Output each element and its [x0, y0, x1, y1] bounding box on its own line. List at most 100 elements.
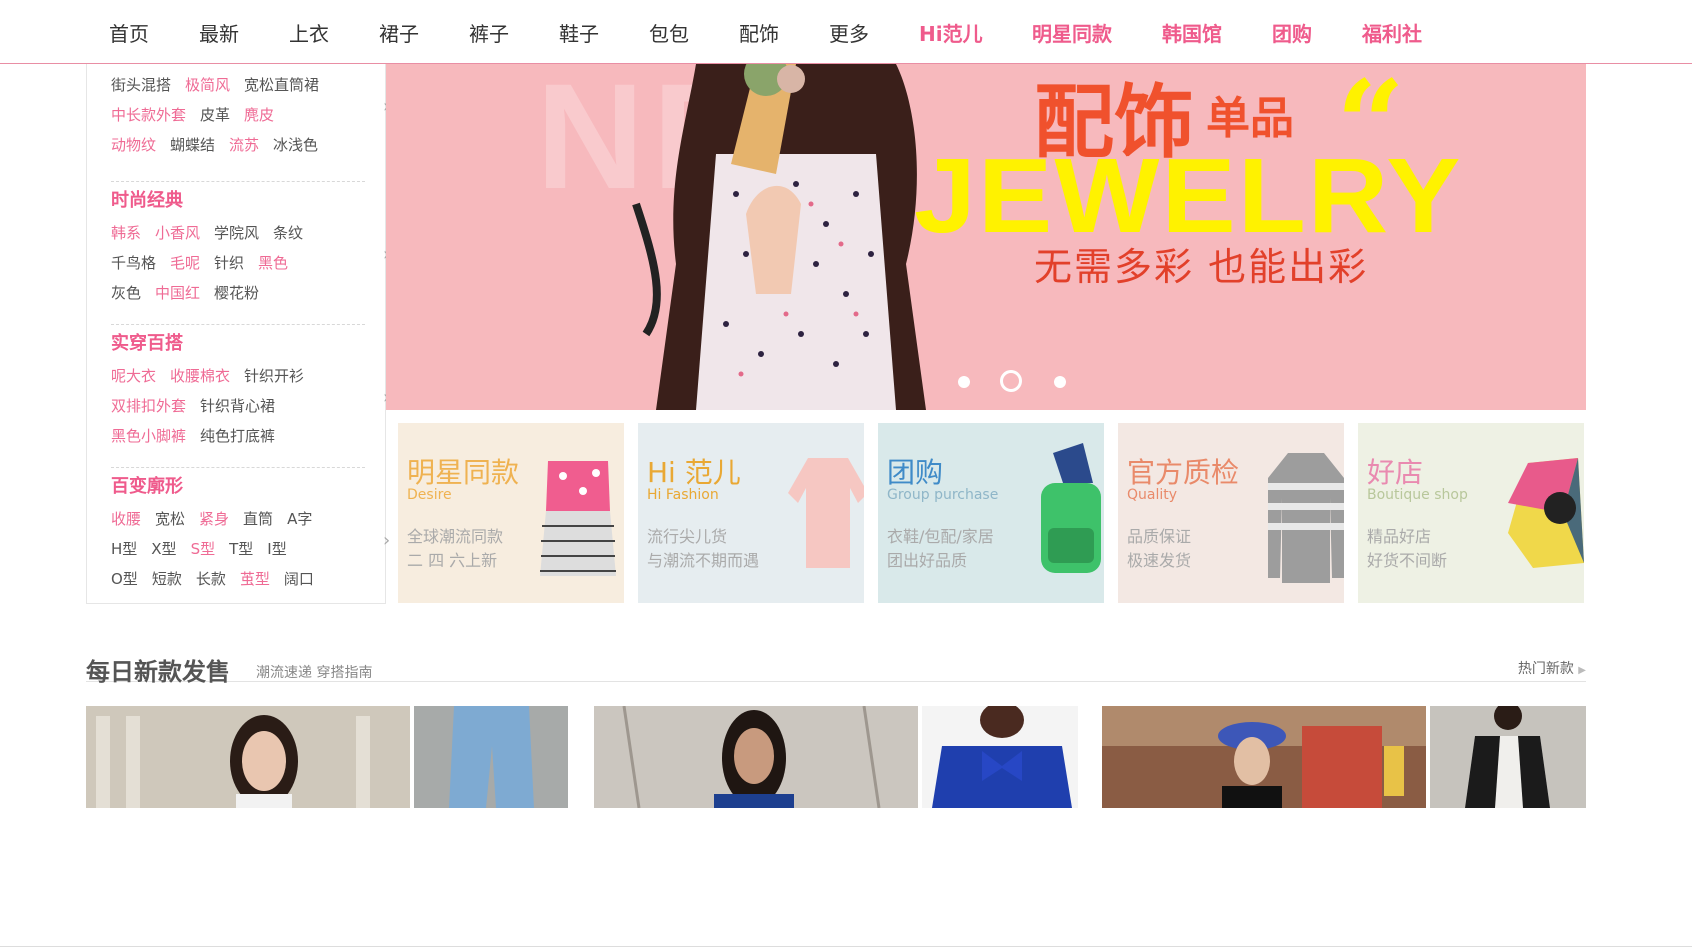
category-tag[interactable]: 直筒	[243, 510, 273, 528]
card-desc: 品质保证	[1127, 527, 1192, 546]
category-tag[interactable]: 皮革	[200, 106, 230, 124]
category-tag[interactable]: 学院风	[214, 224, 259, 242]
nav-item-welfare[interactable]: 福利社	[1362, 18, 1422, 47]
category-tag[interactable]: 针织	[214, 254, 244, 272]
category-tag[interactable]: S型	[191, 540, 216, 558]
category-tag[interactable]: 针织背心裙	[200, 397, 275, 415]
category-tag[interactable]: 针织开衫	[244, 367, 304, 385]
hero-banner[interactable]: NEW 配饰 单品 “ JEWELRY 无需多彩 也能出彩	[386, 64, 1586, 410]
card-title: 官方质检	[1127, 456, 1240, 489]
category-row: 双排扣外套 针织背心裙	[111, 395, 289, 417]
nav-item-pants[interactable]: 裤子	[469, 18, 509, 47]
promo-card-quality[interactable]: 官方质检 Quality 品质保证 极速发货	[1118, 423, 1344, 603]
category-tag[interactable]: 千鸟格	[111, 254, 156, 272]
card-desc: 二 四 六上新	[407, 551, 498, 570]
jeans-photo	[414, 706, 568, 808]
card-title: 好店	[1367, 456, 1424, 489]
category-tag[interactable]: 冰浅色	[273, 136, 318, 154]
nav-item-shoes[interactable]: 鞋子	[559, 18, 599, 47]
nav-item-skirts[interactable]: 裙子	[379, 18, 419, 47]
divider	[111, 181, 365, 182]
category-title[interactable]: 百变廓形	[111, 472, 183, 498]
hot-new-link[interactable]: 热门新款 ▶	[1518, 658, 1586, 678]
chevron-right-icon[interactable]: ›	[383, 530, 390, 551]
category-tag[interactable]: 黑色小脚裤	[111, 427, 186, 445]
category-row: 韩系 小香风 学院风 条纹	[111, 222, 317, 244]
category-tag[interactable]: 收腰	[111, 510, 141, 528]
nav-item-group-buy[interactable]: 团购	[1272, 18, 1312, 47]
pink-top-icon	[788, 458, 864, 568]
carousel-dot[interactable]	[958, 376, 970, 388]
category-tag[interactable]: H型	[111, 540, 137, 558]
category-tag[interactable]: 黑色	[258, 254, 288, 272]
look-photo[interactable]	[922, 706, 1078, 808]
carousel-dot[interactable]	[1054, 376, 1066, 388]
category-tag[interactable]: 流苏	[229, 136, 259, 154]
look-photo[interactable]	[1430, 706, 1586, 808]
category-tag[interactable]: A字	[287, 510, 312, 528]
category-row: 动物纹 蝴蝶结 流苏 冰浅色	[111, 134, 332, 156]
promo-card-celebrity[interactable]: 明星同款 Desire 全球潮流同款 二 四 六上新	[398, 423, 624, 603]
category-tag[interactable]: 短款	[152, 570, 182, 588]
category-tag[interactable]: 长款	[196, 570, 226, 588]
vest-outfit-photo	[1430, 706, 1586, 808]
top-nav: 首页 最新 上衣 裙子 裤子 鞋子 包包 配饰 更多 Hi范儿 明星同款 韩国馆…	[0, 0, 1692, 64]
category-tag[interactable]: 韩系	[111, 224, 141, 242]
category-panel: 街头混搭极简风宽松直筒裙 中长款外套皮革麂皮 动物纹蝴蝶结流苏冰浅色 › 时尚经…	[86, 64, 390, 604]
category-tag[interactable]: 茧型	[240, 570, 270, 588]
card-subtitle: Quality	[1127, 487, 1178, 503]
nav-item-hi-fashion[interactable]: Hi范儿	[919, 18, 983, 47]
carousel-dot-active[interactable]	[1000, 370, 1022, 392]
category-tag[interactable]: 毛呢	[170, 254, 200, 272]
category-tag[interactable]: 小香风	[155, 224, 200, 242]
category-tag[interactable]: 阔口	[284, 570, 314, 588]
card-subtitle: Boutique shop	[1367, 487, 1468, 503]
category-title[interactable]: 时尚经典	[111, 186, 183, 212]
category-title[interactable]: 实穿百搭	[111, 329, 183, 355]
category-tag[interactable]: 动物纹	[111, 136, 156, 154]
category-row: 黑色小脚裤 纯色打底裤	[111, 425, 289, 447]
street-style-photo	[594, 706, 918, 808]
promo-card-boutique[interactable]: 好店 Boutique shop 精品好店 好货不间断	[1358, 423, 1584, 603]
look-photo[interactable]	[414, 706, 568, 808]
nav-item-tops[interactable]: 上衣	[289, 18, 329, 47]
category-tag[interactable]: 宽松	[155, 510, 185, 528]
category-tag[interactable]: I型	[267, 540, 286, 558]
category-tag[interactable]: 街头混搭	[111, 76, 171, 94]
category-tag[interactable]: 樱花粉	[214, 284, 259, 302]
category-tag[interactable]: 纯色打底裤	[200, 427, 275, 445]
look-photo[interactable]	[86, 706, 410, 808]
look-photo[interactable]	[594, 706, 918, 808]
nav-item-bags[interactable]: 包包	[649, 18, 689, 47]
nav-item-celebrity-style[interactable]: 明星同款	[1032, 18, 1112, 47]
category-tag[interactable]: 紧身	[199, 510, 229, 528]
category-row: O型 短款 长款 茧型 阔口	[111, 568, 328, 590]
nav-item-home[interactable]: 首页	[109, 18, 149, 47]
card-desc: 与潮流不期而遇	[647, 551, 760, 570]
nav-item-latest[interactable]: 最新	[199, 18, 239, 47]
category-tag[interactable]: 中国红	[155, 284, 200, 302]
promo-card-hi-fashion[interactable]: Hi 范儿 Hi Fashion 流行尖儿货 与潮流不期而遇	[638, 423, 864, 603]
category-tag[interactable]: 极简风	[185, 76, 230, 94]
category-tag[interactable]: X型	[151, 540, 176, 558]
category-tag[interactable]: 麂皮	[244, 106, 274, 124]
nav-item-korea-hall[interactable]: 韩国馆	[1162, 18, 1222, 47]
category-tag[interactable]: 蝴蝶结	[170, 136, 215, 154]
card-desc: 好货不间断	[1367, 551, 1448, 570]
look-photo[interactable]	[1102, 706, 1426, 808]
category-tag[interactable]: 呢大衣	[111, 367, 156, 385]
category-tag[interactable]: 宽松直筒裙	[244, 76, 319, 94]
nav-item-more[interactable]: 更多	[829, 18, 869, 47]
category-tag[interactable]: 灰色	[111, 284, 141, 302]
street-style-photo	[1102, 706, 1426, 808]
category-tag[interactable]: 双排扣外套	[111, 397, 186, 415]
triangle-right-icon: ▶	[1578, 665, 1586, 676]
card-desc: 全球潮流同款	[407, 527, 504, 546]
category-tag[interactable]: 中长款外套	[111, 106, 186, 124]
category-tag[interactable]: 条纹	[273, 224, 303, 242]
category-tag[interactable]: O型	[111, 570, 138, 588]
nav-item-accessories[interactable]: 配饰	[739, 18, 779, 47]
promo-card-group-buy[interactable]: 团购 Group purchase 衣鞋/包配/家居 团出好品质	[878, 423, 1104, 603]
category-tag[interactable]: 收腰棉衣	[170, 367, 230, 385]
category-tag[interactable]: T型	[229, 540, 253, 558]
